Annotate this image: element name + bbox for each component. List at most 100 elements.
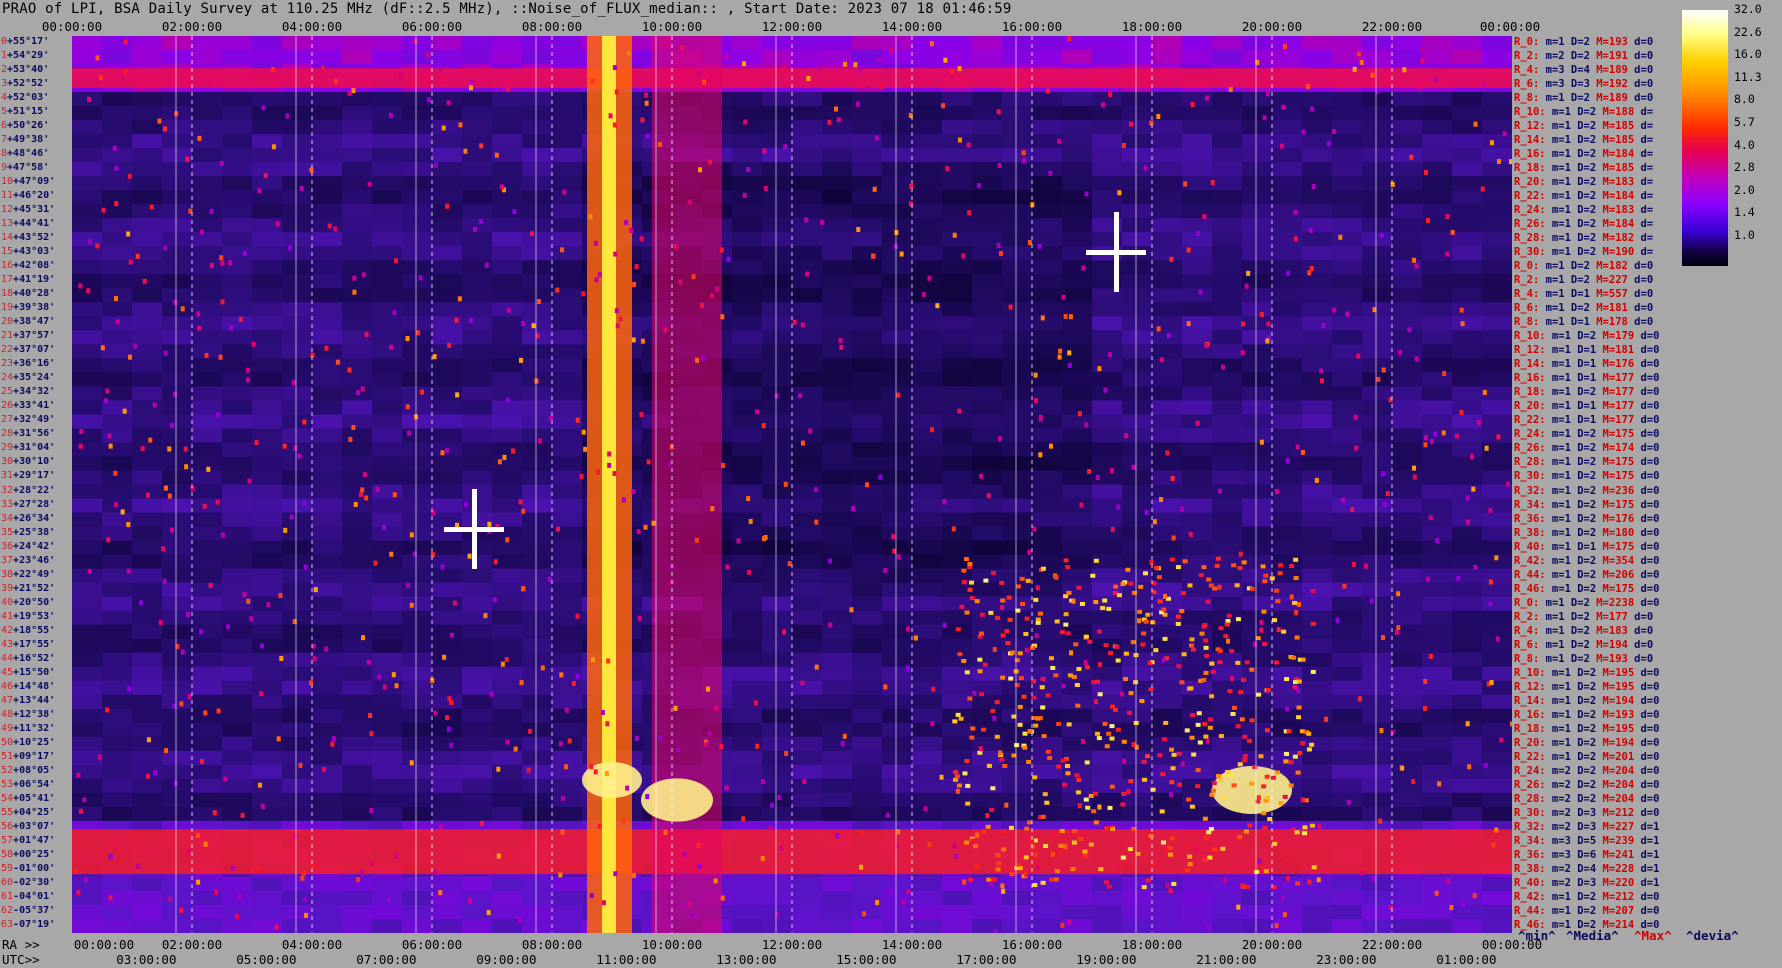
heatmap-cell: [552, 344, 583, 360]
heatmap-cell: [552, 456, 583, 472]
heatmap-cell: [1452, 358, 1483, 374]
row-index: 31: [1, 470, 14, 482]
heatmap-cell: [972, 302, 1003, 318]
burst-speck: [979, 612, 985, 617]
burst-speck: [1265, 688, 1271, 693]
noise-speck: [742, 192, 747, 198]
noise-speck: [1035, 585, 1040, 591]
heatmap-cell: [912, 708, 943, 724]
heatmap-cell: [1482, 232, 1512, 248]
noise-speck: [364, 495, 369, 501]
stat-r: R_14:: [1514, 134, 1546, 147]
heatmap-cell: [492, 498, 523, 514]
heatmap-cell: [882, 36, 913, 52]
heatmap-cell: [222, 218, 253, 234]
heatmap-cell: [522, 582, 553, 598]
heatmap-cell: [492, 792, 523, 808]
heatmap-cell: [1482, 92, 1512, 108]
noise-speck: [612, 122, 617, 128]
noise-speck: [1353, 414, 1358, 420]
heatmap-cell: [372, 512, 403, 528]
row-index: 20: [1, 316, 14, 328]
row-index: 21: [1, 330, 14, 342]
stat-sep: M=: [1596, 260, 1609, 273]
declination-value: +52°03': [7, 92, 50, 104]
heatmap-cell: [492, 890, 523, 906]
heatmap-cell: [372, 386, 403, 402]
heatmap-cell: [222, 232, 253, 248]
stat-sep: M=: [1602, 176, 1616, 189]
burst-speck: [961, 658, 967, 663]
heatmap-cell: [342, 918, 373, 933]
heatmap-cell: [1302, 372, 1333, 388]
noise-speck: [719, 247, 724, 253]
heatmap-cell: [792, 106, 823, 122]
noise-speck: [564, 707, 569, 713]
heatmap-cell: [342, 162, 373, 178]
declination-label: 2+53°40': [1, 65, 49, 75]
declination-label: 8+48°46': [1, 149, 49, 159]
stat-sep: m=: [1545, 106, 1565, 119]
heatmap-cell: [1392, 442, 1423, 458]
noise-speck: [114, 201, 119, 207]
heatmap-cell: [72, 918, 103, 933]
heatmap-cell: [252, 610, 283, 626]
heatmap-cell: [1422, 330, 1453, 346]
heatmap-cell: [912, 148, 943, 164]
noise-speck: [1435, 538, 1440, 544]
heatmap-cell: [402, 106, 433, 122]
heatmap-cell: [1032, 204, 1063, 220]
heatmap-cell: [402, 624, 433, 640]
heatmap-cell: [132, 176, 163, 192]
heatmap-cell: [912, 232, 943, 248]
heatmap-cell: [1242, 386, 1273, 402]
stat-sep: M=: [1602, 162, 1616, 175]
heatmap-cell: [162, 904, 193, 920]
heatmap-cell: [1002, 190, 1033, 206]
heatmap-cell: [162, 358, 193, 374]
heatmap-cell: [792, 344, 823, 360]
heatmap-cell: [852, 918, 883, 933]
heatmap-cell: [852, 302, 883, 318]
heatmap-cell: [1212, 400, 1243, 416]
burst-speck: [1041, 734, 1047, 739]
heatmap-cell: [402, 484, 433, 500]
heatmap-cell: [252, 288, 283, 304]
burst-speck: [1261, 811, 1267, 816]
heatmap-cell: [1332, 666, 1363, 682]
noise-speck: [1217, 584, 1222, 590]
heatmap-cell: [372, 414, 403, 430]
noise-speck: [608, 113, 613, 119]
noise-speck: [1262, 115, 1267, 121]
heatmap-cell: [162, 680, 193, 696]
heatmap-cell: [72, 386, 103, 402]
heatmap-cell: [1062, 414, 1093, 430]
heatmap-cell: [72, 624, 103, 640]
heatmap-cell: [1002, 918, 1033, 933]
noise-speck: [621, 497, 626, 503]
noise-speck: [1300, 797, 1305, 803]
noise-speck: [1428, 515, 1433, 521]
heatmap-cell: [1422, 414, 1453, 430]
ra-tick-label: 04:00:00: [281, 937, 343, 952]
heatmap-cell: [192, 736, 223, 752]
stats-row: R_12: m=1 D=2 M=185 d=: [1514, 120, 1653, 132]
heatmap-cell: [882, 512, 913, 528]
declination-label: 59-01°00': [1, 863, 55, 874]
heatmap-cell: [912, 918, 943, 933]
burst-speck: [994, 615, 1000, 620]
ra-tick-label: 12:00:00: [761, 937, 823, 952]
heatmap-cell: [402, 246, 433, 262]
heatmap-cell: [1452, 582, 1483, 598]
burst-speck: [1106, 884, 1112, 889]
heatmap-cell: [252, 904, 283, 920]
noise-speck: [1496, 434, 1501, 440]
ra-tick-label: 16:00:00: [1001, 937, 1063, 952]
heatmap-cell: [732, 750, 763, 766]
burst-speck: [1074, 682, 1080, 687]
heatmap-cell: [132, 386, 163, 402]
noise-speck: [614, 308, 619, 314]
burst-speck: [1264, 795, 1270, 800]
noise-speck: [369, 807, 374, 813]
heatmap-cell: [282, 274, 313, 290]
